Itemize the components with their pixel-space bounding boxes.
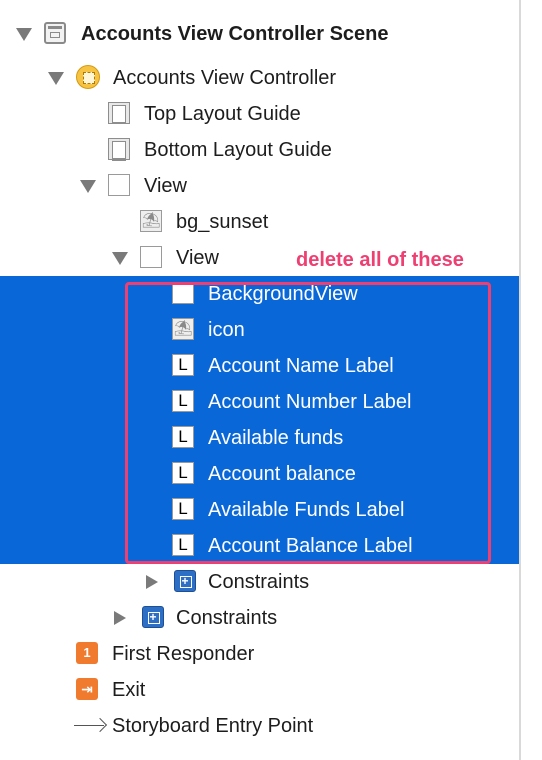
tree-row-view-controller[interactable]: Accounts View Controller — [0, 60, 519, 96]
tree-row-exit[interactable]: ⇥ Exit — [0, 672, 519, 708]
tree-row-inner-constraints[interactable]: Constraints — [0, 564, 519, 600]
view-icon — [140, 246, 162, 268]
disclosure-triangle-icon[interactable] — [48, 72, 64, 85]
tree-row-outer-constraints[interactable]: Constraints — [0, 600, 519, 636]
view-icon — [108, 174, 130, 196]
bottom-layout-guide-label: Bottom Layout Guide — [144, 139, 332, 161]
image-view-icon: ⛱ — [140, 210, 162, 232]
layout-guide-icon — [108, 138, 130, 161]
panel-divider — [519, 0, 521, 760]
annotation-highlight-box — [125, 282, 491, 564]
tree-row-root-view[interactable]: View — [0, 168, 519, 204]
disclosure-triangle-icon[interactable] — [112, 252, 128, 265]
outer-constraints-label: Constraints — [176, 607, 278, 629]
top-layout-guide-label: Top Layout Guide — [144, 103, 301, 125]
tree-row-first-responder[interactable]: 1 First Responder — [0, 636, 519, 672]
first-responder-icon: 1 — [76, 642, 98, 664]
disclosure-triangle-icon[interactable] — [114, 611, 126, 625]
bg-image-label: bg_sunset — [176, 211, 269, 233]
first-responder-label: First Responder — [112, 643, 255, 665]
tree-row-entry-point[interactable]: Storyboard Entry Point — [0, 708, 519, 744]
disclosure-triangle-icon[interactable] — [80, 180, 96, 193]
view-controller-icon — [76, 65, 100, 89]
annotation-text: delete all of these — [296, 249, 464, 271]
layout-guide-icon — [108, 102, 130, 124]
disclosure-triangle-icon[interactable] — [146, 575, 158, 589]
inner-constraints-label: Constraints — [208, 571, 310, 593]
tree-row-bottom-layout-guide[interactable]: Bottom Layout Guide — [0, 132, 519, 168]
disclosure-triangle-icon[interactable] — [16, 28, 32, 41]
scene-label: Accounts View Controller Scene — [81, 23, 389, 45]
constraints-icon — [174, 570, 196, 592]
entry-point-label: Storyboard Entry Point — [112, 715, 314, 737]
arrow-icon — [74, 714, 108, 736]
root-view-label: View — [144, 175, 187, 197]
tree-row-top-layout-guide[interactable]: Top Layout Guide — [0, 96, 519, 132]
exit-icon: ⇥ — [76, 678, 98, 700]
tree-row-scene[interactable]: Accounts View Controller Scene — [0, 16, 519, 52]
constraints-icon — [142, 606, 164, 628]
scene-icon — [44, 22, 66, 44]
inner-view-label: View — [176, 247, 219, 269]
exit-label: Exit — [112, 679, 146, 701]
tree-row-bg-image[interactable]: ⛱ bg_sunset — [0, 204, 519, 240]
view-controller-label: Accounts View Controller — [113, 67, 337, 89]
